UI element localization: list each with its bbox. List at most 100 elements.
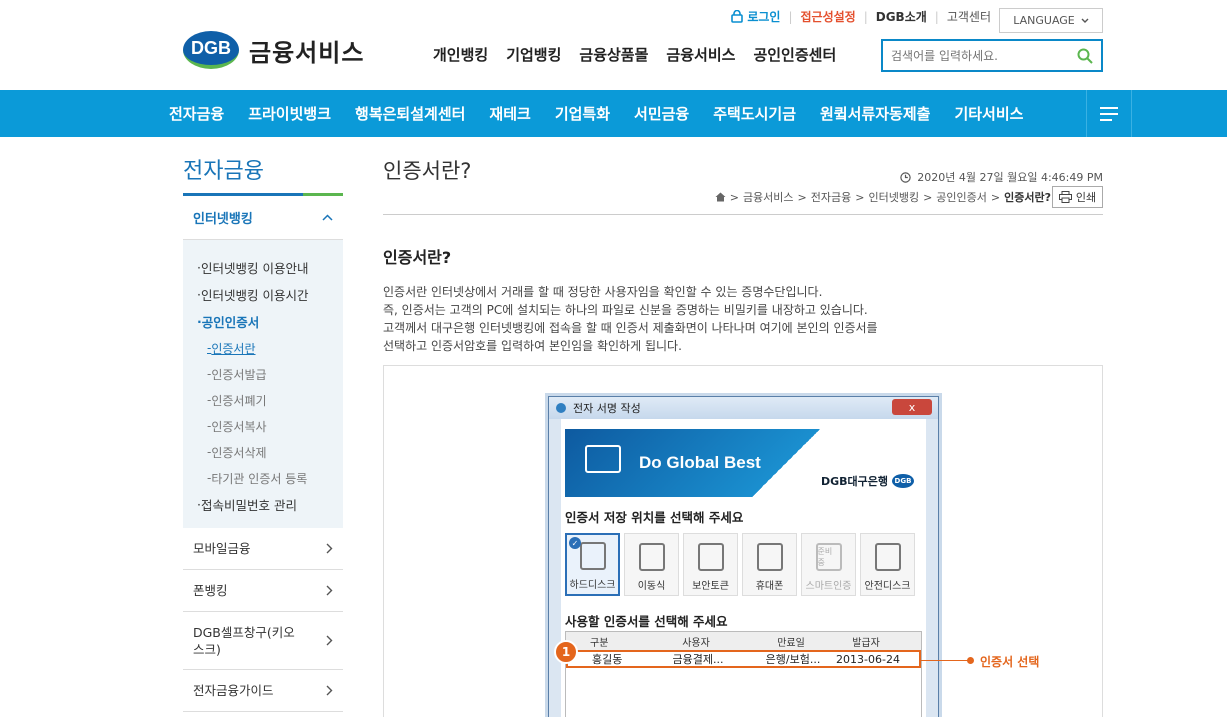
desc-line: 즉, 인증서는 고객의 PC에 설치되는 하나의 파일로 신분을 증명하는 비밀… — [383, 303, 868, 317]
divider: | — [934, 9, 939, 24]
store-security-token: 보안토큰 — [683, 533, 738, 596]
menu-button[interactable] — [1086, 90, 1132, 137]
dgb-intro-link[interactable]: DGB소개 — [876, 8, 927, 25]
home-icon[interactable] — [715, 192, 726, 202]
sub-public-cert[interactable]: · 공인인증서 — [197, 308, 343, 335]
nav-product-mall[interactable]: 금융상품몰 — [579, 44, 648, 65]
store-safe-disk: 안전디스크 — [860, 533, 915, 596]
crumb-item[interactable]: 공인인증서 — [936, 189, 987, 205]
cert-table-header: 구분 사용자 만료일 발급자 — [566, 632, 921, 650]
print-label: 인쇄 — [1075, 191, 1097, 204]
sub-label: 인터넷뱅킹 이용안내 — [200, 261, 309, 276]
banner-bank: DGB대구은행 DGB — [821, 473, 914, 489]
cat-retirement-center[interactable]: 행복은퇴설계센터 — [343, 103, 477, 124]
sub-cert-revoke[interactable]: - 인증서폐기 — [197, 387, 343, 413]
nav-corporate-banking[interactable]: 기업뱅킹 — [506, 44, 561, 65]
search-box — [881, 39, 1103, 72]
hamburger-icon — [1100, 106, 1118, 121]
sub-cert-what[interactable]: - 인증서란 — [197, 335, 343, 361]
main-nav: 개인뱅킹 기업뱅킹 금융상품몰 금융서비스 공인인증센터 — [433, 44, 836, 65]
sidebar-title: 전자금융 — [183, 159, 264, 184]
monitor-icon — [585, 445, 621, 473]
chevron-right-icon — [326, 543, 333, 554]
sub-password-manage[interactable]: · 접속비밀번호 관리 — [197, 491, 343, 518]
sub-label: 인증서발급 — [211, 367, 267, 382]
store-label: 하드디스크 — [569, 580, 616, 591]
sub-label: 인증서삭제 — [211, 445, 267, 460]
search-input[interactable] — [891, 48, 1077, 63]
sub-cert-issue[interactable]: - 인증서발급 — [197, 361, 343, 387]
login-label: 로그인 — [747, 10, 781, 24]
accessibility-link[interactable]: 접근성설정 — [800, 8, 855, 25]
breadcrumb: > 금융서비스 > 전자금융 > 인터넷뱅킹 > 공인인증서 > 인증서란? — [715, 189, 1051, 205]
banner-slogan: Do Global Best — [639, 453, 761, 472]
crumb-item[interactable]: 인터넷뱅킹 — [868, 189, 919, 205]
usb-icon — [638, 543, 665, 571]
sidebar-item-label: 모바일금융 — [193, 541, 251, 556]
store-label: 휴대폰 — [755, 581, 784, 592]
description: 인증서란 인터넷상에서 거래를 할 때 정당한 사용자임을 확인할 수 있는 증… — [383, 283, 1103, 355]
check-icon: ✓ — [569, 537, 581, 549]
cat-electronic-finance[interactable]: 전자금융 — [169, 103, 236, 124]
crumb-item[interactable]: 금융서비스 — [743, 189, 794, 205]
title-divider — [383, 214, 1103, 215]
safe-disk-icon — [874, 543, 901, 571]
dialog-title: 전자 서명 작성 — [573, 402, 641, 415]
nav-financial-service[interactable]: 금융서비스 — [666, 44, 735, 65]
login-link[interactable]: 로그인 — [731, 8, 780, 25]
sub-cert-delete[interactable]: - 인증서삭제 — [197, 439, 343, 465]
sidebar-item-internet-banking[interactable]: 인터넷뱅킹 — [183, 196, 343, 240]
dialog-titlebar: 전자 서명 작성 x — [549, 397, 938, 419]
sidebar-item-mobile[interactable]: 모바일금융 — [183, 528, 343, 570]
cat-housing-fund[interactable]: 주택도시기금 — [701, 103, 808, 124]
chevron-down-icon — [1081, 18, 1089, 23]
sub-label: 접속비밀번호 관리 — [200, 498, 297, 513]
dgb-logo-badge: DGB — [183, 31, 239, 69]
callout-text: 인증서 선택 — [980, 655, 1040, 669]
language-select[interactable]: LANGUAGE — [999, 8, 1103, 33]
store-label: 스마트인증 — [805, 581, 852, 592]
printer-icon — [1058, 191, 1072, 203]
dgb-mini-logo: DGB — [892, 474, 914, 488]
sidebar: 전자금융 인터넷뱅킹 · 인터넷뱅킹 이용안내 · 인터넷뱅킹 이용시간 · 공… — [183, 137, 343, 712]
sidebar-head-label: 인터넷뱅킹 — [193, 212, 253, 227]
cell-expiry: 은행/보험... — [765, 653, 821, 666]
search-icon[interactable] — [1077, 48, 1093, 64]
sidebar-item-phone-banking[interactable]: 폰뱅킹 — [183, 570, 343, 612]
cat-auto-docs[interactable]: 원큌서류자동제출 — [808, 103, 942, 124]
sub-usage-hours[interactable]: · 인터넷뱅킹 이용시간 — [197, 281, 343, 308]
hard-disk-icon — [579, 542, 606, 570]
print-button[interactable]: 인쇄 — [1052, 186, 1103, 208]
cat-other-services[interactable]: 기타서비스 — [942, 103, 1035, 124]
sidebar-item-kiosk[interactable]: DGB셀프창구(키오스크) — [183, 612, 343, 670]
cert-row: 홍길동 금융결제... 은행/보험... 2013-06-24 — [566, 650, 921, 668]
store-options: ✓ 하드디스크 이동식 보안토큰 휴대폰 준비중 스마트인증 안전디스크 — [565, 533, 915, 596]
site-logo[interactable]: DGB 금융서비스 — [183, 31, 364, 69]
sub-usage-guide[interactable]: · 인터넷뱅킹 이용안내 — [197, 254, 343, 281]
cat-corporate[interactable]: 기업특화 — [543, 103, 622, 124]
cat-private-bank[interactable]: 프라이빗뱅크 — [236, 103, 343, 124]
sub-label: 공인인증서 — [201, 315, 260, 330]
sub-cert-copy[interactable]: - 인증서복사 — [197, 413, 343, 439]
phone-icon — [756, 543, 783, 571]
site-title: 금융서비스 — [249, 38, 365, 67]
cat-wealth[interactable]: 재테크 — [477, 103, 542, 124]
current-datetime: 2020년 4월 27일 월요일 4:46:49 PM — [900, 169, 1103, 185]
cert-question: 사용할 인증서를 선택해 주세요 — [565, 614, 728, 629]
category-bar: 전자금융 프라이빗뱅크 행복은퇴설계센터 재테크 기업특화 서민금융 주택도시기… — [0, 90, 1227, 137]
crumb-item[interactable]: 전자금융 — [811, 189, 851, 205]
customer-center-link[interactable]: 고객센터 — [947, 8, 991, 25]
chevron-right-icon — [326, 685, 333, 696]
nav-personal-banking[interactable]: 개인뱅킹 — [433, 44, 488, 65]
illustration-box: 전자 서명 작성 x Do Global Best DGB대구은행 DGB 인증… — [383, 365, 1103, 717]
sub-cert-register[interactable]: - 타기관 인증서 등록 — [197, 465, 343, 491]
cell-issuer: 2013-06-24 — [836, 652, 900, 666]
desc-line: 인증서란 인터넷상에서 거래를 할 때 정당한 사용자임을 확인할 수 있는 증… — [383, 285, 823, 299]
sidebar-item-guide[interactable]: 전자금융가이드 — [183, 670, 343, 712]
utility-links: 로그인 | 접근성설정 | DGB소개 | 고객센터 — [731, 8, 991, 25]
desc-line: 고객께서 대구은행 인터넷뱅킹에 접속을 할 때 인증서 제출화면이 나타나며 … — [383, 321, 878, 335]
cat-low-income[interactable]: 서민금융 — [622, 103, 701, 124]
datetime-text: 2020년 4월 27일 월요일 4:46:49 PM — [917, 171, 1103, 184]
nav-cert-center[interactable]: 공인인증센터 — [753, 44, 836, 65]
dialog-body: Do Global Best DGB대구은행 DGB 인증서 저장 위치를 선택… — [549, 419, 938, 717]
